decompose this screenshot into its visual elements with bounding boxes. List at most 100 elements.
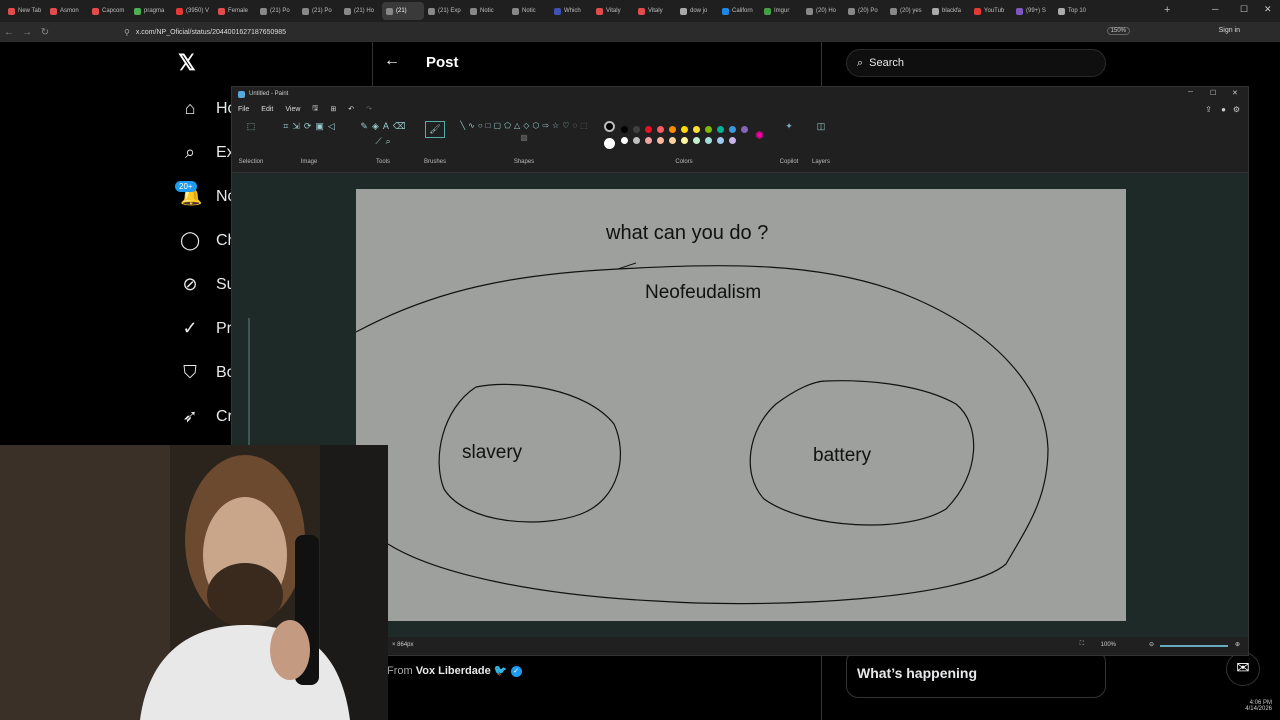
line-shape-icon[interactable]: ╲ xyxy=(460,121,465,130)
nav-item-3[interactable]: ◯ Ch xyxy=(180,230,236,251)
heart-shape-icon[interactable]: ♡ xyxy=(562,121,569,130)
color-swatch[interactable] xyxy=(632,126,640,133)
rotate-icon[interactable]: ⟳ xyxy=(304,121,312,132)
open-icon[interactable]: ⊞ xyxy=(330,105,336,113)
zoom-out-icon[interactable]: ⊖ xyxy=(1149,641,1154,648)
reload-icon[interactable]: ↻ xyxy=(36,27,54,38)
color-swatch[interactable] xyxy=(716,137,724,144)
paint-close-icon[interactable]: ✕ xyxy=(1232,89,1238,97)
browser-tab[interactable]: Asmon xyxy=(46,2,88,20)
color-swatch[interactable] xyxy=(716,126,724,133)
browser-tab[interactable]: blackfa xyxy=(928,2,970,20)
pencil-icon[interactable]: ✎ xyxy=(360,121,368,132)
color-swatch[interactable] xyxy=(740,126,748,133)
color-swatch[interactable] xyxy=(656,126,664,133)
share-icon[interactable]: ⇪ xyxy=(1205,105,1212,114)
browser-tab[interactable]: (21) Exp xyxy=(424,2,466,20)
browser-tab[interactable]: (3950) V xyxy=(172,2,214,20)
rect-shape-icon[interactable]: □ xyxy=(486,121,491,130)
fill-shape-icon[interactable]: ▩ xyxy=(520,133,528,142)
maximize-icon[interactable]: ☐ xyxy=(1240,4,1248,15)
rounded-rect-shape-icon[interactable]: ▢ xyxy=(494,121,502,130)
zoom-slider[interactable] xyxy=(1160,645,1228,647)
brush-icon[interactable]: 🖌 xyxy=(425,121,445,138)
quoted-from-line[interactable]: From Vox Liberdade 🐦 ✓ xyxy=(387,664,522,677)
oval-shape-icon[interactable]: ○ xyxy=(478,121,483,130)
menu-file[interactable]: File xyxy=(238,106,249,113)
color-swatch[interactable] xyxy=(692,137,700,144)
secondary-color-swatch[interactable] xyxy=(603,138,615,149)
color-picker-icon[interactable]: ⟋ xyxy=(375,136,381,147)
color-swatch[interactable] xyxy=(668,137,676,144)
browser-tab[interactable]: (21) Ho xyxy=(340,2,382,20)
menu-edit[interactable]: Edit xyxy=(261,106,273,113)
hexagon-shape-icon[interactable]: ⬡ xyxy=(532,121,539,130)
paint-minimize-icon[interactable]: ─ xyxy=(1188,89,1193,96)
browser-tab[interactable]: Notic xyxy=(508,2,550,20)
triangle-shape-icon[interactable]: △ xyxy=(514,121,520,130)
browser-tab[interactable]: (99+) S xyxy=(1012,2,1054,20)
zoom-in-icon[interactable]: ⊕ xyxy=(1235,641,1240,648)
menu-view[interactable]: View xyxy=(285,106,300,113)
back-arrow-icon[interactable]: ← xyxy=(384,52,400,70)
color-swatch[interactable] xyxy=(704,126,712,133)
forward-icon[interactable]: → xyxy=(18,27,36,38)
nav-item-6[interactable]: ⛉ Bo xyxy=(180,362,235,383)
color-swatch[interactable] xyxy=(692,126,700,133)
outline-icon[interactable]: ⬚ xyxy=(580,121,588,130)
browser-tab[interactable]: Californ xyxy=(718,2,760,20)
drawing-canvas[interactable]: what can you do ? Neofeudalism slavery b… xyxy=(356,189,1126,621)
nav-item-0[interactable]: ⌂ Ho xyxy=(180,98,237,119)
x-logo[interactable]: 𝕏 xyxy=(178,50,196,76)
browser-tab[interactable]: YouTub xyxy=(970,2,1012,20)
star-shape-icon[interactable]: ☆ xyxy=(552,121,559,130)
color-swatch[interactable] xyxy=(620,137,628,144)
from-name[interactable]: Vox Liberdade xyxy=(416,665,491,677)
color-swatch[interactable] xyxy=(656,137,664,144)
arrow-shape-icon[interactable]: ⇨ xyxy=(542,121,549,130)
image-edit-icon[interactable]: ▣ xyxy=(315,121,324,132)
minimize-icon[interactable]: ─ xyxy=(1212,4,1218,14)
eraser-icon[interactable]: ⌫ xyxy=(393,121,406,132)
site-info-icon[interactable]: ⚲ xyxy=(124,28,130,37)
zoom-level[interactable]: 100% xyxy=(1101,642,1116,648)
search-input[interactable]: ⌕ Search xyxy=(846,49,1106,77)
color-swatch[interactable] xyxy=(620,126,628,133)
color-swatch[interactable] xyxy=(632,137,640,144)
browser-tab[interactable]: (21) xyxy=(382,2,424,20)
browser-tab[interactable]: dow jo xyxy=(676,2,718,20)
new-tab-button[interactable]: + xyxy=(1164,4,1170,16)
settings-icon[interactable]: ⚙ xyxy=(1233,105,1240,114)
text-icon[interactable]: A xyxy=(383,121,389,132)
zoom-chip[interactable]: 150% xyxy=(1106,27,1130,35)
browser-tab[interactable]: Capcom xyxy=(88,2,130,20)
fit-icon[interactable]: ⛶ xyxy=(1080,641,1084,648)
flip-icon[interactable]: ◁ xyxy=(328,121,335,132)
system-tray-clock[interactable]: 4:06 PM 4/14/2026 xyxy=(1245,700,1272,712)
layers-icon[interactable]: ◫ xyxy=(817,121,826,132)
resize-icon[interactable]: ⇲ xyxy=(292,121,300,132)
magnifier-icon[interactable]: ⌕ xyxy=(386,136,391,147)
browser-tab[interactable]: Vitaly xyxy=(592,2,634,20)
fill-icon[interactable]: ◈ xyxy=(372,121,379,132)
primary-color-swatch[interactable] xyxy=(603,121,615,132)
browser-tab[interactable]: Notic xyxy=(466,2,508,20)
redo-icon[interactable]: ↷ xyxy=(366,105,372,113)
sign-in-button[interactable]: Sign in xyxy=(1219,27,1240,34)
copilot-icon[interactable]: ✦ xyxy=(785,121,793,132)
browser-tab[interactable]: Which xyxy=(550,2,592,20)
nav-item-5[interactable]: ✓ Pr xyxy=(180,318,232,339)
color-swatch[interactable] xyxy=(668,126,676,133)
curve-shape-icon[interactable]: ∿ xyxy=(468,121,475,130)
browser-tab[interactable]: Vitaly xyxy=(634,2,676,20)
browser-tab[interactable]: (20) Po xyxy=(844,2,886,20)
color-swatch[interactable] xyxy=(644,126,652,133)
browser-tab[interactable]: pragma xyxy=(130,2,172,20)
color-swatch[interactable] xyxy=(680,126,688,133)
account-icon[interactable]: ● xyxy=(1221,105,1226,114)
nav-item-4[interactable]: ⊘ Su xyxy=(180,274,235,295)
selection-icon[interactable]: ⬚ xyxy=(247,121,256,132)
color-swatch[interactable] xyxy=(728,137,736,144)
crop-icon[interactable]: ⌗ xyxy=(283,121,288,132)
browser-tab[interactable]: Female xyxy=(214,2,256,20)
